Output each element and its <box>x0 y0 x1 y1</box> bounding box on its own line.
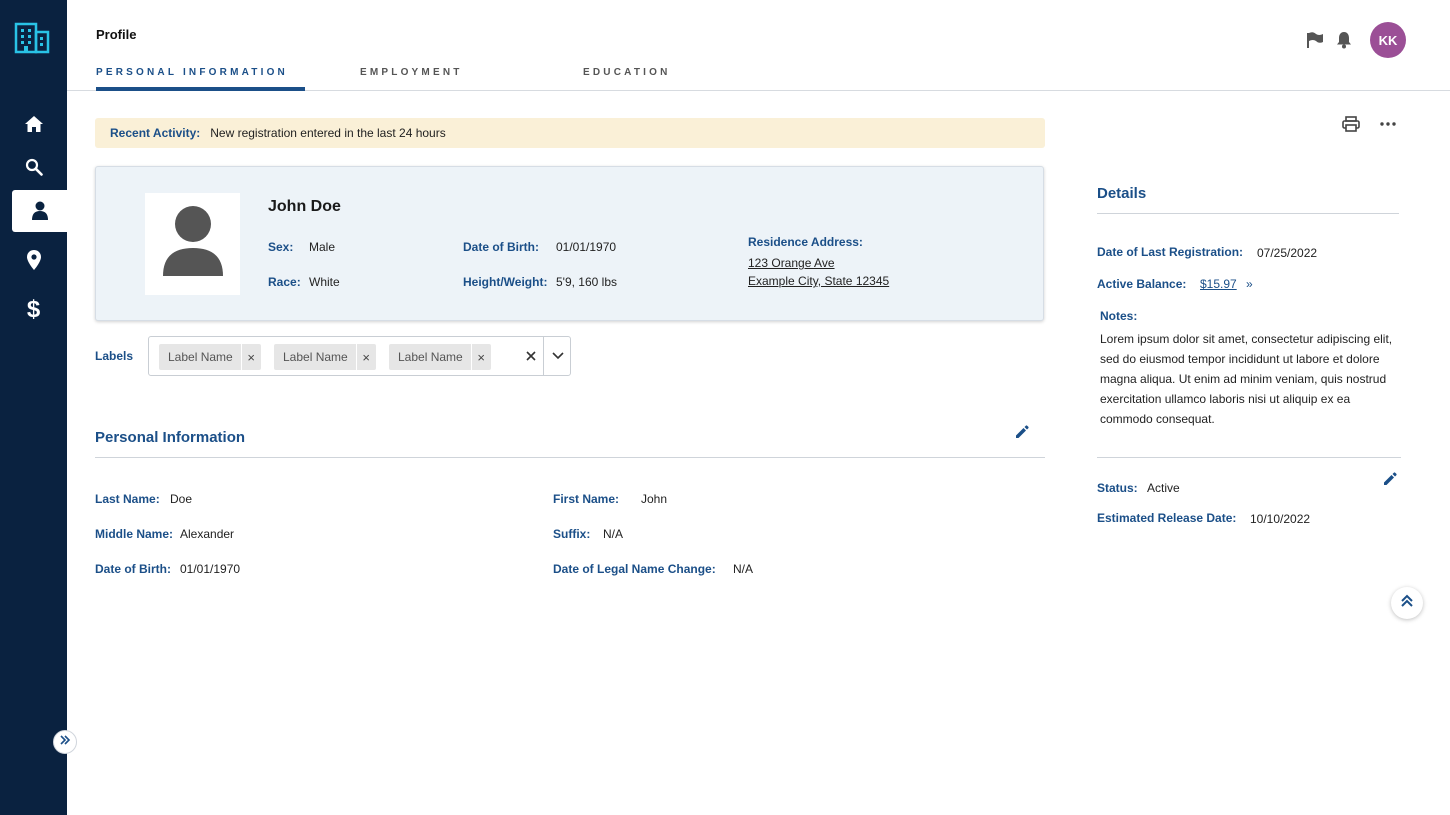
close-icon <box>526 348 536 366</box>
flag-icon[interactable] <box>1305 30 1325 50</box>
sex-label: Sex: <box>268 240 294 254</box>
labels-title: Labels <box>95 349 134 363</box>
race-value: White <box>309 275 340 289</box>
label-chip-text: Label Name <box>283 350 348 364</box>
notes-text: Lorem ipsum dolor sit amet, consectetur … <box>1100 332 1393 426</box>
person-icon <box>31 201 48 221</box>
pencil-icon <box>1382 472 1398 491</box>
label-chip: Label Name × <box>274 344 376 370</box>
header-actions: KK <box>1305 22 1406 58</box>
tab-personal-information[interactable]: PERSONAL INFORMATION <box>96 60 305 91</box>
recent-activity-banner: Recent Activity: New registration entere… <box>95 118 1045 148</box>
sidebar-item-location[interactable] <box>0 239 67 281</box>
first-name-label: First Name: <box>553 492 620 506</box>
tab-education[interactable]: EDUCATION <box>583 60 671 91</box>
legal-name-change-label: Date of Legal Name Change: <box>553 562 716 576</box>
bell-icon[interactable] <box>1334 30 1354 50</box>
race-label: Race: <box>268 275 301 289</box>
label-chip-text: Label Name <box>168 350 233 364</box>
sidebar-item-search[interactable] <box>0 146 67 188</box>
personal-information-title: Personal Information <box>95 429 246 446</box>
clear-labels-button[interactable] <box>521 345 541 369</box>
status-value: Active <box>1147 481 1180 495</box>
dob-value: 01/01/1970 <box>556 240 617 254</box>
first-name-value: John <box>641 492 668 506</box>
suffix-value: N/A <box>603 527 624 541</box>
last-registration-label: Date of Last Registration: <box>1097 245 1244 259</box>
last-registration-value: 07/25/2022 <box>1257 246 1318 260</box>
chevron-down-icon <box>552 347 564 365</box>
location-pin-icon <box>26 250 41 270</box>
residence-address-label: Residence Address: <box>748 235 863 249</box>
building-icon[interactable] <box>14 22 52 56</box>
double-chevron-right-icon <box>59 733 71 751</box>
last-name-value: Doe <box>170 492 193 506</box>
active-balance-label: Active Balance: <box>1097 277 1187 291</box>
sex-value: Male <box>309 240 336 254</box>
double-chevron-right-icon[interactable]: » <box>1246 277 1253 291</box>
tab-employment[interactable]: EMPLOYMENT <box>360 60 463 91</box>
user-avatar[interactable]: KK <box>1370 22 1406 58</box>
profile-page: $ Profile PERSONAL INFORMATION EMPLOYMEN… <box>0 0 1450 815</box>
profile-summary-card: John Doe Sex: Male Race: White Date of B… <box>95 166 1044 321</box>
dropdown-separator <box>543 337 544 375</box>
status-label: Status: <box>1097 481 1138 495</box>
residence-address-line1[interactable]: 123 Orange Ave <box>748 256 835 270</box>
date-of-birth-label: Date of Birth: <box>95 562 171 576</box>
dollar-icon: $ <box>26 296 41 323</box>
middle-name-label: Middle Name: <box>95 527 174 541</box>
remove-chip-button[interactable]: × <box>470 344 491 370</box>
active-balance-link[interactable]: $15.97 <box>1200 277 1237 291</box>
residence-address-line2[interactable]: Example City, State 12345 <box>748 274 889 288</box>
printer-icon[interactable] <box>1340 114 1362 134</box>
height-weight-value: 5'9, 160 lbs <box>556 275 618 289</box>
notes-label: Notes: <box>1100 309 1138 323</box>
remove-chip-button[interactable]: × <box>355 344 376 370</box>
banner-text: New registration entered in the last 24 … <box>210 126 446 140</box>
sidebar-collapse-button[interactable] <box>53 730 77 754</box>
search-icon <box>25 158 43 176</box>
person-placeholder-icon <box>161 205 225 283</box>
labels-dropdown-toggle[interactable] <box>545 337 571 375</box>
sidebar: $ <box>0 0 77 815</box>
last-name-label: Last Name: <box>95 492 160 506</box>
pencil-icon <box>1014 425 1030 444</box>
height-weight-label: Height/Weight: <box>463 275 548 289</box>
labels-multiselect[interactable]: Label Name × Label Name × Label Name × <box>148 336 571 376</box>
label-chip: Label Name × <box>159 344 261 370</box>
release-date-value: 10/10/2022 <box>1250 512 1311 526</box>
release-date-label: Estimated Release Date: <box>1097 511 1237 525</box>
profile-photo <box>145 193 240 295</box>
remove-chip-button[interactable]: × <box>240 344 261 370</box>
home-icon <box>24 115 44 133</box>
double-chevron-up-icon <box>1400 594 1414 613</box>
edit-personal-information-button[interactable] <box>1014 424 1032 442</box>
label-chip: Label Name × <box>389 344 491 370</box>
edit-status-button[interactable] <box>1382 471 1400 489</box>
more-horizontal-icon[interactable] <box>1377 114 1399 134</box>
dob-label: Date of Birth: <box>463 240 539 254</box>
label-chip-text: Label Name <box>398 350 463 364</box>
section-divider <box>95 457 1045 458</box>
sidebar-item-profile[interactable] <box>12 190 67 232</box>
sidebar-item-billing[interactable]: $ <box>0 289 67 331</box>
details-actions <box>1340 114 1414 134</box>
scroll-to-top-button[interactable] <box>1391 587 1423 619</box>
details-divider <box>1097 213 1399 214</box>
sidebar-item-home[interactable] <box>0 103 67 145</box>
details-divider <box>1097 457 1401 458</box>
details-title: Details <box>1097 185 1147 202</box>
page-header: Profile PERSONAL INFORMATION EMPLOYMENT … <box>67 0 1450 91</box>
date-of-birth-value: 01/01/1970 <box>180 562 241 576</box>
person-name: John Doe <box>268 198 341 215</box>
middle-name-value: Alexander <box>180 527 235 541</box>
suffix-label: Suffix: <box>553 527 591 541</box>
legal-name-change-value: N/A <box>733 562 754 576</box>
banner-label: Recent Activity: <box>110 126 201 140</box>
page-title: Profile <box>96 27 137 42</box>
active-balance-row: $15.97 » <box>1200 277 1253 291</box>
